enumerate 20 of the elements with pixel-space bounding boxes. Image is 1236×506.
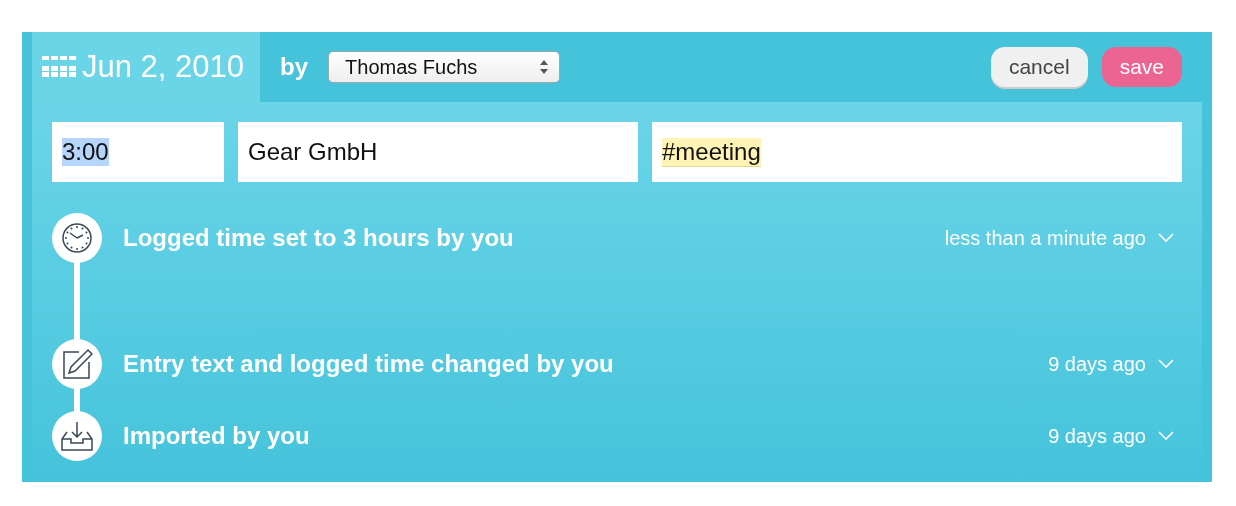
calendar-icon	[42, 56, 76, 78]
cancel-button[interactable]: cancel	[990, 47, 1088, 87]
chevron-down-icon[interactable]	[1158, 233, 1174, 243]
pencil-icon	[61, 348, 93, 380]
client-field[interactable]: Gear GmbH	[238, 122, 638, 182]
event-text: Logged time set to 3 hours by you	[123, 224, 515, 252]
tags-field[interactable]: #meeting	[652, 122, 1182, 182]
clock-icon	[61, 222, 93, 254]
stepper-arrows-icon	[539, 59, 550, 75]
time-field[interactable]: 3:00	[52, 122, 224, 182]
user-select[interactable]: Thomas Fuchs	[328, 51, 561, 83]
chevron-down-icon[interactable]	[1158, 359, 1174, 369]
inbox-icon	[60, 420, 94, 452]
chevron-down-icon[interactable]	[1158, 431, 1174, 441]
event-text: Entry text and logged time changed by you	[123, 350, 615, 378]
event-text: Imported by you	[123, 422, 311, 450]
by-label: by	[280, 53, 309, 81]
event-time: 9 days ago	[1048, 352, 1146, 376]
event-time: less than a minute ago	[944, 226, 1146, 250]
event-time: 9 days ago	[1048, 424, 1146, 448]
